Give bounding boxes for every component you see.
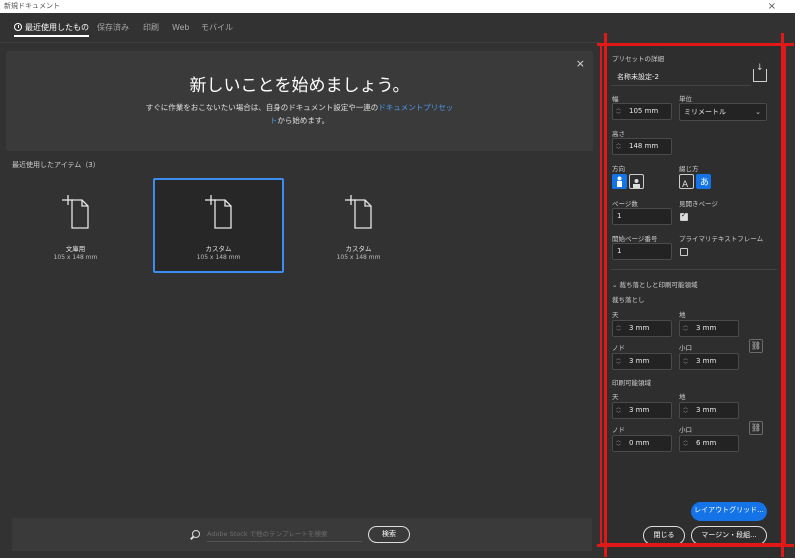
banner-title: 新しいことを始めましょう。 [189,76,410,96]
clock-icon [14,23,22,31]
stock-search-bar: 検索 [12,518,592,551]
tab-web[interactable]: Web [172,21,189,37]
search-button[interactable]: 検索 [368,526,410,543]
recent-item-size: 105 x 148 mm [196,254,241,261]
tab-recent-label: 最近使用したもの [25,23,89,32]
recent-item-name: 文庫用 [65,245,86,253]
recent-item-name: カスタム [205,245,232,253]
search-icon [192,530,200,538]
annotation-line-left [604,33,607,557]
tab-bar: 最近使用したもの 保存済み 印刷 Web モバイル [0,13,600,43]
recent-item-card[interactable]: 文庫用 105 x 148 mm [10,178,141,273]
banner-close-button[interactable]: × [576,57,585,70]
tab-recent[interactable]: 最近使用したもの [14,21,89,37]
document-icon [61,195,89,229]
welcome-banner: × 新しいことを始めましょう。 すぐに作業をおこないたい場合は、自身のドキュメン… [6,51,593,151]
document-presets-link[interactable]: ドキュメントプリセッ [378,103,453,112]
recent-item-card[interactable]: カスタム 105 x 148 mm [293,178,424,273]
annotation-box [600,43,786,545]
stock-search-input[interactable] [207,527,362,542]
banner-text-end: から始めます。 [277,116,330,125]
annotation-line-right [781,33,784,557]
tab-print[interactable]: 印刷 [143,21,159,37]
recent-item-size: 105 x 148 mm [336,254,381,261]
banner-subtitle: すぐに作業をおこないたい場合は、自身のドキュメント設定や一連のドキュメントプリセ… [6,101,593,127]
tab-saved[interactable]: 保存済み [97,21,129,37]
document-icon [344,195,372,229]
recent-item-size: 105 x 148 mm [53,254,98,261]
document-icon [204,195,232,229]
tab-mobile[interactable]: モバイル [201,21,233,37]
window-title: 新規ドキュメント [0,0,800,13]
annotation-line-bottom [597,544,794,547]
banner-text: すぐに作業をおこないたい場合は、自身のドキュメント設定や一連の [145,103,379,112]
recent-item-card[interactable]: カスタム 105 x 148 mm [153,178,284,273]
window-close-button[interactable]: × [768,0,776,13]
recent-item-name: カスタム [345,245,372,253]
recent-items-title: 最近使用したアイテム（3） [12,161,100,169]
annotation-line-top [597,43,794,46]
